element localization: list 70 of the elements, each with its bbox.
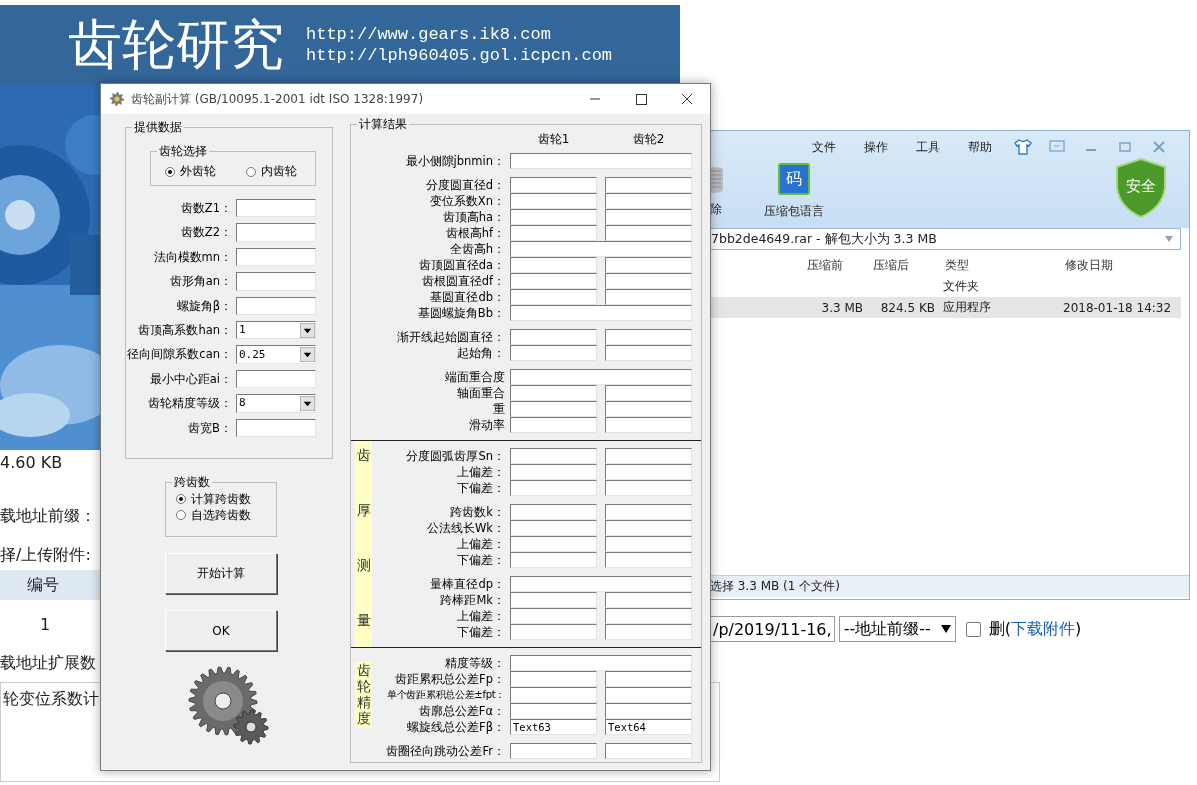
field-label: 上偏差：: [456, 608, 506, 624]
field-label: 上偏差：: [456, 536, 506, 552]
field-label: 轴面重合: [456, 385, 506, 401]
table-cell: 3.3 MB: [821, 300, 863, 315]
field-label: 量棒直径dp：: [429, 576, 506, 592]
field-label: 基圆直径db：: [429, 289, 506, 305]
output-field: Text64: [605, 719, 692, 735]
section-label: 齿轮精度: [355, 662, 372, 728]
field-label: 下偏差：: [456, 552, 506, 568]
field-label: 齿形角an：: [168, 273, 233, 291]
site-title: 齿轮研究: [68, 15, 284, 75]
site-url: http://lph960405.gol.icpcn.com: [306, 45, 613, 66]
field-label: 起始角：: [456, 345, 506, 361]
field-label: 分度圆弧齿厚Sn：: [405, 448, 506, 464]
field-label: 径向间隙系数can：: [126, 346, 233, 364]
field-label: 齿数Z2：: [179, 224, 233, 242]
field-label: 齿根高hf：: [444, 225, 506, 241]
field-label: 最小侧隙jbnmin：: [404, 153, 506, 169]
field-label: 下偏差：: [456, 480, 506, 496]
table-cell-text: 1: [39, 615, 52, 635]
delete-option-label: 删(下载附件): [988, 618, 1082, 640]
field-label: 单个齿距累积总公差±fpt：: [386, 688, 506, 702]
field-label: 基圆螺旋角Bb：: [416, 305, 506, 321]
field-label: 变位系数Xn：: [428, 193, 506, 209]
field-label: 齿顶高ha：: [441, 209, 506, 225]
group-title: 提供数据: [133, 120, 183, 134]
output-field: Text63: [510, 719, 597, 735]
field-label: 公法线长Wk：: [425, 520, 506, 536]
field-label: 跨齿数k：: [449, 504, 506, 520]
field-label: 齿距累积总公差Fp：: [394, 671, 506, 687]
field-label: 精度等级：: [444, 655, 506, 671]
field-label: 最小中心距ai：: [148, 370, 233, 388]
group-title: 计算结果: [358, 117, 408, 131]
field-label: 分度圆直径d：: [424, 177, 506, 193]
field-label: 渐开线起始圆直径：: [396, 329, 506, 345]
field-label: 齿宽B：: [187, 419, 233, 437]
field-label: 齿数Z1：: [179, 200, 233, 217]
table-cell: 824.5 KB: [880, 300, 935, 315]
table-cell: 2018-01-18 14:32: [1063, 300, 1172, 315]
field-label: 齿根圆直径df：: [420, 273, 506, 289]
group-title: 跨齿数: [173, 475, 211, 489]
field-label: 齿顶高系数han：: [137, 321, 233, 339]
column-header: 齿轮2: [631, 131, 666, 148]
site-url: http://www.gears.ik8.com: [306, 24, 552, 45]
field-label: 下偏差：: [456, 624, 506, 640]
form-label: 载地址前缀：: [0, 505, 97, 527]
file-size: 4.60 KB: [0, 452, 64, 474]
status-bar: 选择 3.3 MB (1 个文件): [710, 575, 1189, 597]
shield-badge: 安全: [1115, 157, 1167, 219]
field-label: 法向模数mn：: [152, 248, 233, 266]
field-label: 全齿高h：: [448, 241, 506, 257]
form-label: 择/上传附件:: [0, 544, 92, 566]
field-label: 齿轮精度等级：: [147, 395, 233, 413]
field-label: 齿圈径向跳动公差Fr：: [385, 743, 506, 759]
field-label: 螺旋线总公差Fβ：: [406, 719, 506, 735]
table-header: 编号: [0, 570, 102, 600]
field-label: 齿廓总公差Fα：: [417, 703, 506, 719]
field-label: 端面重合度: [444, 369, 506, 385]
group-title: 齿轮选择: [158, 144, 208, 158]
table-cell: 应用程序: [943, 300, 991, 314]
column-header: 齿轮1: [536, 131, 571, 148]
field-label: 跨棒距Mk：: [439, 592, 506, 608]
window-title: 齿轮副计算 (GB/10095.1-2001 idt ISO 1328:1997): [131, 90, 425, 108]
field-label: 上偏差：: [456, 464, 506, 480]
field-label: 齿顶圆直径da：: [417, 257, 506, 273]
field-label: 滑动率: [468, 417, 506, 433]
table-cell: 文件夹: [943, 279, 979, 293]
field-label: 重: [492, 401, 506, 417]
field-label: 螺旋角β：: [175, 297, 233, 315]
form-label: 载地址扩展数: [0, 652, 97, 674]
